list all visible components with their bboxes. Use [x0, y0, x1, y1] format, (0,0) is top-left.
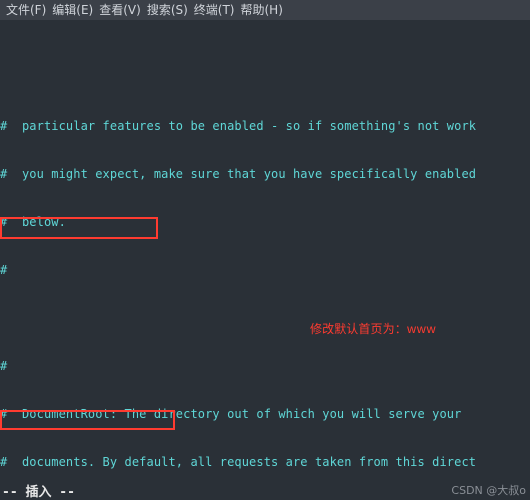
menu-bar: 文件(F) 编辑(E) 查看(V) 搜索(S) 终端(T) 帮助(H)	[0, 0, 530, 20]
code-line: documents. By default, all requests are …	[7, 455, 476, 469]
editor-area[interactable]: 修改默认首页为：www # particular features to be …	[0, 20, 530, 500]
annotation-text: 修改默认首页为：www	[310, 321, 436, 337]
status-mode: -- 插入 --	[0, 481, 77, 500]
menu-file[interactable]: 文件(F)	[6, 0, 46, 20]
menu-help[interactable]: 帮助(H)	[241, 0, 283, 20]
menu-search[interactable]: 搜索(S)	[147, 0, 188, 20]
menu-view[interactable]: 查看(V)	[99, 0, 141, 20]
code-line: particular features to be enabled - so i…	[7, 119, 476, 133]
blank-line	[0, 310, 530, 326]
menu-edit[interactable]: 编辑(E)	[52, 0, 93, 20]
code-line: below.	[7, 215, 66, 229]
menu-term[interactable]: 终端(T)	[194, 0, 235, 20]
watermark: CSDN @大叔o	[451, 482, 526, 498]
code-line: you might expect, make sure that you hav…	[7, 167, 476, 181]
code-line: DocumentRoot: The directory out of which…	[7, 407, 461, 421]
